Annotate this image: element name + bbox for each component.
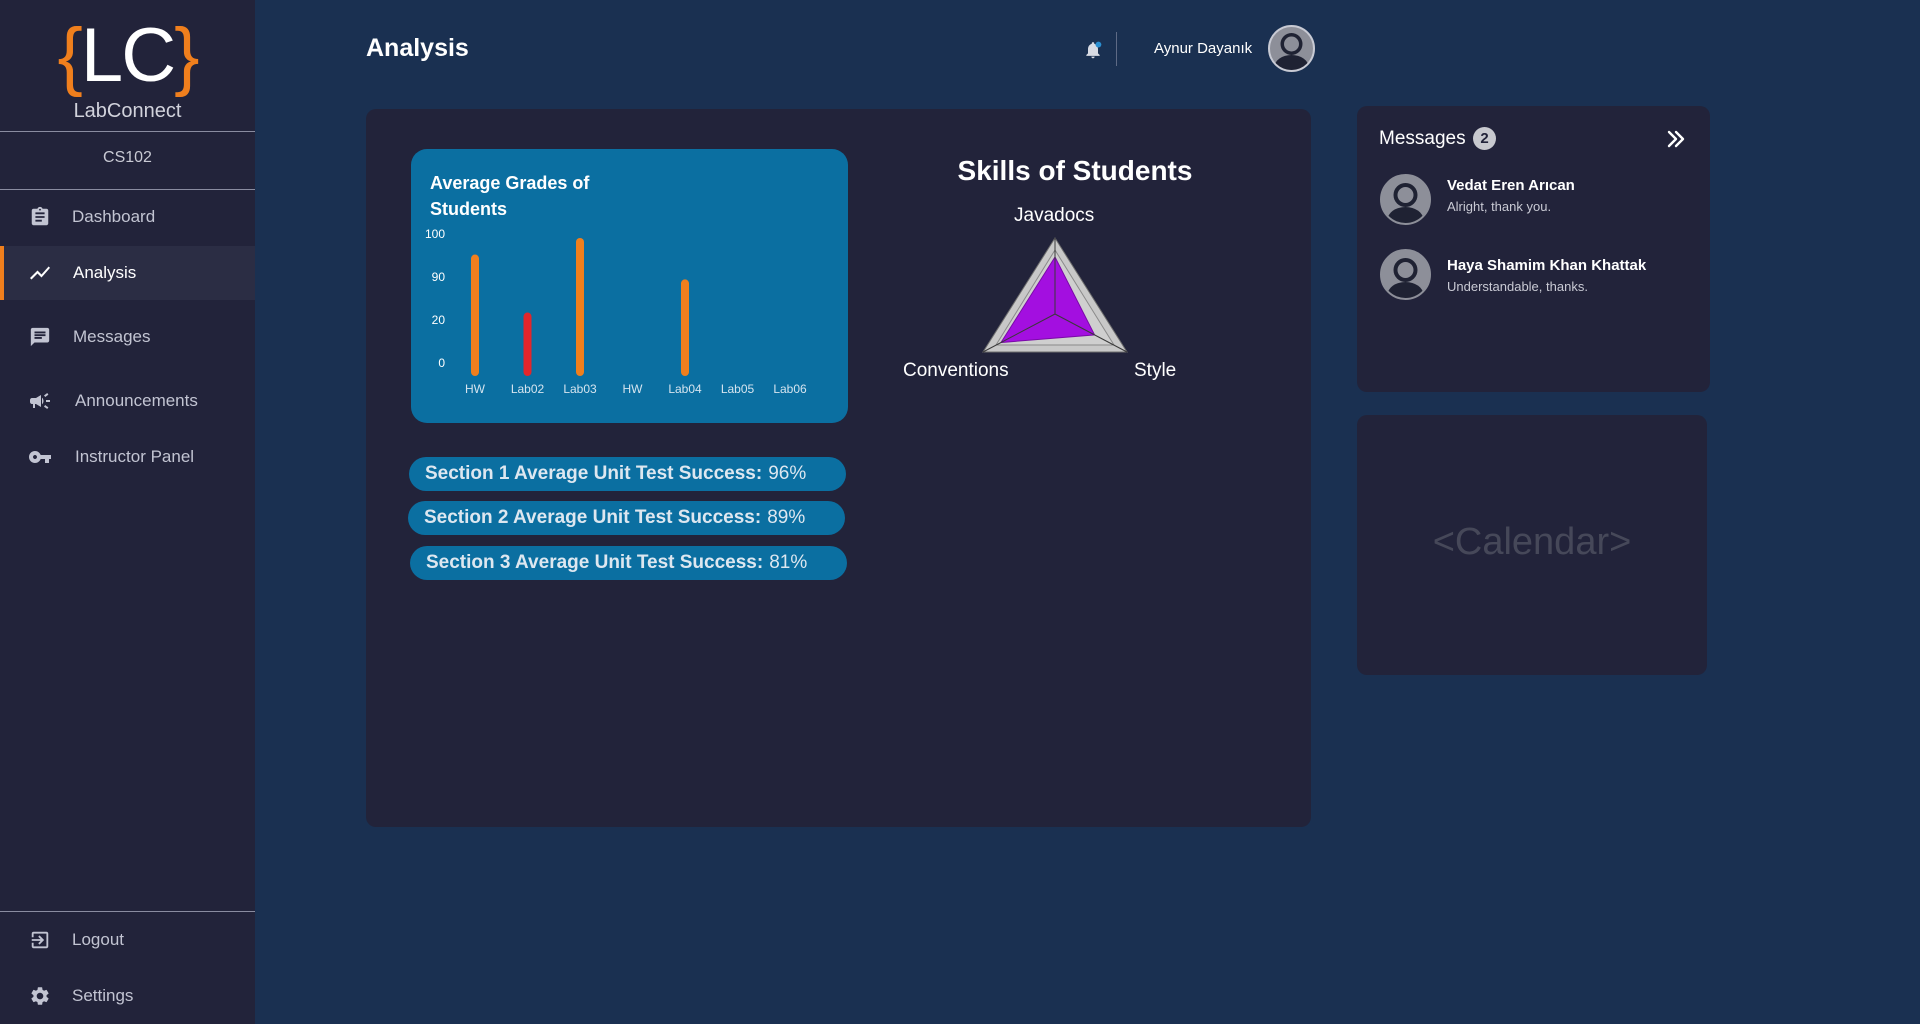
x-tick-label: Lab06 — [773, 382, 807, 396]
messages-title: Messages — [1379, 128, 1466, 149]
person-icon — [1387, 258, 1424, 298]
course-code: CS102 — [103, 149, 152, 166]
y-tick-label: 100 — [425, 227, 445, 241]
expand-messages-icon[interactable] — [1664, 128, 1688, 150]
header-divider — [1116, 32, 1117, 66]
app-logo[interactable]: {LC} LabConnect — [0, 18, 255, 123]
key-icon — [28, 445, 52, 469]
sidebar-item-label: Analysis — [73, 263, 137, 282]
sender-avatar[interactable] — [1380, 174, 1431, 225]
bar[interactable] — [681, 279, 689, 376]
logo-brace-right: } — [174, 13, 199, 98]
page-title: Analysis — [366, 34, 469, 62]
sidebar: {LC} LabConnect CS102 Dashboard Analysis… — [0, 0, 255, 1024]
sidebar-item-dashboard[interactable]: Dashboard — [0, 190, 255, 244]
clipboard-icon — [28, 205, 52, 229]
person-icon — [1387, 183, 1424, 223]
logout-button[interactable]: Logout — [0, 913, 255, 967]
sender-avatar[interactable] — [1380, 249, 1431, 300]
sidebar-item-label: Dashboard — [72, 207, 156, 226]
radar-axis-label-javadocs: Javadocs — [1014, 205, 1095, 226]
user-name[interactable]: Aynur Dayanık — [1154, 40, 1252, 57]
x-tick-label: HW — [623, 382, 644, 396]
stat-value: 89% — [767, 507, 806, 528]
logo-mark: {LC} — [0, 18, 255, 94]
bar[interactable] — [523, 312, 532, 376]
sidebar-item-messages[interactable]: Messages — [0, 310, 255, 364]
x-tick-label: Lab04 — [668, 382, 702, 396]
sidebar-item-label: Announcements — [75, 391, 198, 410]
section-stat-3: Section 3 Average Unit Test Success: 81% — [410, 546, 847, 580]
section-stat-2: Section 2 Average Unit Test Success: 89% — [408, 501, 845, 535]
stat-value: 96% — [768, 463, 807, 484]
stat-value: 81% — [769, 552, 808, 573]
y-tick-label: 90 — [432, 270, 446, 284]
x-tick-label: Lab03 — [563, 382, 597, 396]
divider — [0, 911, 255, 912]
unread-count-badge: 2 — [1473, 127, 1496, 150]
y-tick-label: 0 — [438, 356, 445, 370]
message-preview[interactable]: Alright, thank you. — [1447, 199, 1551, 214]
stat-label: Section 2 Average Unit Test Success: — [424, 507, 762, 528]
trending-icon — [28, 261, 52, 285]
x-tick-label: Lab05 — [721, 382, 755, 396]
bar[interactable] — [471, 254, 479, 376]
grades-chart-title: Average Grades of Students — [430, 173, 590, 219]
message-sender[interactable]: Vedat Eren Arıcan — [1447, 177, 1575, 194]
radar-axis-label-style: Style — [1134, 360, 1177, 381]
sidebar-item-instructor-panel[interactable]: Instructor Panel — [0, 430, 255, 484]
sidebar-item-label: Instructor Panel — [75, 447, 195, 466]
skills-chart-title: Skills of Students — [957, 155, 1193, 186]
stat-label: Section 3 Average Unit Test Success: — [426, 552, 764, 573]
brand-name: LabConnect — [73, 100, 182, 122]
calendar-placeholder: <Calendar> — [1432, 521, 1632, 563]
gear-icon — [28, 984, 52, 1008]
user-avatar[interactable] — [1268, 25, 1315, 72]
settings-label: Settings — [72, 986, 134, 1005]
megaphone-icon — [28, 389, 52, 413]
sidebar-item-announcements[interactable]: Announcements — [0, 374, 255, 428]
sidebar-item-label: Messages — [73, 327, 151, 346]
radar-axis-label-conventions: Conventions — [903, 360, 1009, 381]
x-tick-label: Lab02 — [511, 382, 545, 396]
settings-button[interactable]: Settings — [0, 969, 255, 1023]
person-icon — [1274, 33, 1309, 70]
chat-icon — [28, 325, 52, 349]
y-tick-label: 20 — [432, 313, 446, 327]
logo-letters: LC — [80, 13, 176, 98]
divider — [0, 131, 255, 132]
stat-label: Section 1 Average Unit Test Success: — [425, 463, 763, 484]
logout-icon — [28, 928, 52, 952]
x-tick-label: HW — [465, 382, 486, 396]
message-preview[interactable]: Understandable, thanks. — [1447, 279, 1588, 294]
section-stat-1: Section 1 Average Unit Test Success: 96% — [409, 457, 846, 491]
logout-label: Logout — [72, 930, 124, 949]
sidebar-item-analysis[interactable]: Analysis — [0, 246, 255, 300]
bar[interactable] — [576, 238, 584, 376]
notification-bell-icon[interactable] — [1083, 40, 1103, 60]
logo-brace-left: { — [57, 13, 83, 98]
message-sender[interactable]: Haya Shamim Khan Khattak — [1447, 257, 1646, 274]
